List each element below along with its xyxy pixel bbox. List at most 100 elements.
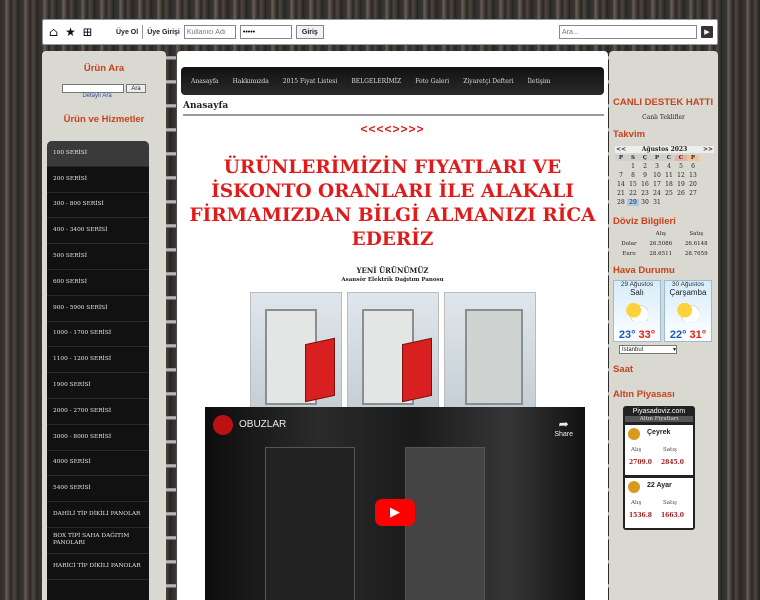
star-icon[interactable]: ★ (64, 25, 77, 39)
advanced-search-link[interactable]: Detaylı Ara (28, 93, 166, 99)
gold-card[interactable]: Çeyrek Alış Satış 2709.0 2845.0 (625, 425, 693, 475)
sidebar-item[interactable]: 4000 SERİSİ (47, 451, 149, 477)
password-input[interactable] (239, 25, 292, 39)
sidebar-item[interactable]: BOX TİPİ SAHA DAĞITIM PANOLARI (47, 528, 149, 554)
weather-date: 29 Ağustos (620, 281, 654, 288)
calendar-date[interactable]: 26 (675, 190, 687, 197)
sidebar-item[interactable]: 600 SERİSİ (47, 270, 149, 296)
support-link[interactable]: Canlı Teklifler (609, 114, 718, 121)
nav-item[interactable]: Ziyaretçi Defteri (463, 78, 513, 85)
calendar-date[interactable]: 17 (651, 181, 663, 188)
calendar-day-name: C (663, 155, 675, 161)
sidebar-item[interactable]: 1000 - 1700 SERİSİ (47, 322, 149, 348)
login-button[interactable]: Giriş (295, 25, 324, 39)
gold-site[interactable]: Piyasadoviz.com (625, 408, 693, 415)
gold-buy-label: Alış (631, 500, 642, 506)
play-button[interactable]: ▶ (375, 499, 415, 526)
sidebar-item[interactable]: 900 - 5900 SERİSİ (47, 296, 149, 322)
video-channel-name[interactable]: OBUZLAR (239, 419, 286, 430)
city-select[interactable]: İstanbul ▾ (619, 345, 677, 354)
calendar-date[interactable]: 29 (627, 199, 639, 206)
calendar-date[interactable]: 20 (687, 181, 699, 188)
register-link[interactable]: Üye Ol (116, 29, 138, 36)
sidebar-item[interactable]: 400 - 3400 SERİSİ (47, 218, 149, 245)
calendar-date[interactable]: 31 (651, 199, 663, 206)
calendar-date[interactable]: 21 (615, 190, 627, 197)
sidebar-item[interactable]: 200 SERİSİ (47, 167, 149, 193)
calendar-date[interactable]: 7 (615, 172, 627, 179)
gold-subtitle: Altın Fiyatları (625, 416, 693, 422)
nav-item[interactable]: Foto Galeri (415, 78, 449, 85)
calendar-date[interactable]: 4 (663, 163, 675, 170)
calendar-date[interactable]: 22 (627, 190, 639, 197)
calendar-date[interactable]: 23 (639, 190, 651, 197)
sidebar-item[interactable]: 5400 SERİSİ (47, 476, 149, 503)
username-input[interactable] (183, 25, 236, 39)
sidebar-item[interactable]: 500 SERİSİ (47, 244, 149, 270)
gold-sell-label: Satış (663, 447, 677, 453)
calendar-date[interactable]: 19 (675, 181, 687, 188)
products-title: Ürün ve Hizmetler (63, 114, 145, 125)
sitemap-icon[interactable]: ⊞ (81, 25, 94, 39)
calendar-date[interactable]: 24 (651, 190, 663, 197)
nav-item[interactable]: BELGELERİMİZ (351, 78, 401, 85)
nav-item[interactable]: Hakkımızda (233, 78, 269, 85)
calendar-date[interactable]: 3 (651, 163, 663, 170)
calendar-date[interactable]: 9 (639, 172, 651, 179)
sidebar-item[interactable]: 100 SERİSİ (47, 141, 149, 167)
search-input[interactable] (559, 25, 697, 39)
nav-item[interactable]: Anasayfa (191, 78, 219, 85)
calendar-date[interactable]: 13 (687, 172, 699, 179)
home-icon[interactable]: ⌂ (47, 25, 60, 39)
clock-title: Saat (613, 364, 634, 375)
sidebar-item[interactable]: 3000 - 8000 SERİSİ (47, 425, 149, 451)
calendar-date[interactable]: 25 (663, 190, 675, 197)
weather-low: 23° (618, 329, 636, 341)
product-image[interactable] (249, 292, 346, 429)
sidebar-item[interactable]: 1900 SERİSİ (47, 373, 149, 399)
sidebar-item[interactable]: 300 - 800 SERİSİ (47, 193, 149, 219)
gold-widget: Piyasadoviz.com Altın Fiyatları Çeyrek Al… (623, 406, 695, 530)
sidebar-item[interactable]: 2000 - 2700 SERİSİ (47, 399, 149, 425)
calendar-date[interactable]: 5 (675, 163, 687, 170)
product-image[interactable] (443, 292, 536, 420)
calendar-date[interactable]: 11 (663, 172, 675, 179)
search-go-icon[interactable]: ▶ (701, 26, 713, 38)
nav-item[interactable]: 2015 Fiyat Listesi (283, 78, 338, 85)
calendar-date[interactable]: 16 (639, 181, 651, 188)
calendar-date[interactable]: 8 (627, 172, 639, 179)
calendar-date[interactable]: 18 (663, 181, 675, 188)
gold-card[interactable]: 22 Ayar Alış Satış 1536.8 1663.0 (625, 478, 693, 528)
calendar-date[interactable]: 1 (627, 163, 639, 170)
currency-table: Alış Satış Dolar 26.5086 26.6148 Euro 28.6511 2… (615, 231, 714, 257)
product-search-button[interactable]: Ara (126, 84, 146, 93)
video-player[interactable]: OBUZLAR ➦ Share ▶ (205, 407, 585, 600)
calendar-date[interactable]: 10 (651, 172, 663, 179)
sidebar-item[interactable]: DAHİLİ TİP DİKİLİ PANOLAR (47, 502, 149, 528)
currency-cell: 26.5086 (649, 241, 673, 247)
channel-avatar[interactable] (213, 415, 233, 435)
calendar-prev[interactable]: << (615, 146, 627, 153)
gold-title: Altın Piyasası (613, 389, 675, 400)
top-bar: ⌂ ★ ⊞ Üye Ol Üye Girişi Giriş ▶ (42, 19, 718, 45)
calendar-date[interactable]: 2 (639, 163, 651, 170)
sun-cloud-icon (675, 303, 699, 321)
currency-row: Dolar 26.5086 26.6148 (615, 241, 714, 247)
weather-title: Hava Durumu (613, 265, 675, 276)
calendar-date[interactable]: 14 (615, 181, 627, 188)
gold-coin-icon (628, 428, 640, 440)
calendar-date[interactable]: 30 (639, 199, 651, 206)
product-search-input[interactable] (62, 84, 125, 93)
calendar-date (615, 163, 627, 170)
calendar-date[interactable]: 12 (675, 172, 687, 179)
sidebar-item[interactable]: 1100 - 1200 SERİSİ (47, 347, 149, 374)
calendar-date[interactable]: 28 (615, 199, 627, 206)
calendar-date[interactable]: 15 (627, 181, 639, 188)
sidebar-item[interactable]: HARİCİ TİP DİKİLİ PANOLAR (47, 554, 149, 580)
nav-item[interactable]: İletişim (528, 78, 551, 85)
calendar-date[interactable]: 27 (687, 190, 699, 197)
calendar-date[interactable]: 6 (687, 163, 699, 170)
share-button[interactable]: ➦ Share (554, 417, 573, 438)
product-image[interactable] (346, 292, 443, 429)
calendar-next[interactable]: >> (702, 146, 714, 153)
